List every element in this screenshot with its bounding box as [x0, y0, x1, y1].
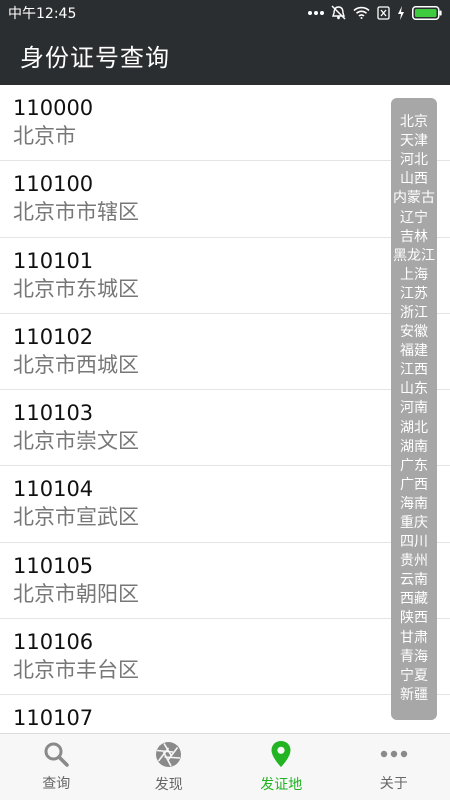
index-item-hunan[interactable]: 湖南 [400, 438, 428, 457]
list-item[interactable]: 110000 北京市 [0, 85, 450, 162]
region-code: 110101 [13, 248, 94, 273]
region-code-list[interactable]: 110000 北京市 110100 北京市市辖区 110101 北京市东城区 1… [0, 85, 450, 733]
region-name: 北京市市辖区 [13, 200, 139, 225]
index-item-jiangsu[interactable]: 江苏 [400, 285, 428, 304]
index-item-hainan[interactable]: 海南 [400, 495, 428, 514]
region-code: 110000 [13, 96, 94, 120]
region-code: 110107 [13, 706, 94, 731]
region-code: 110106 [13, 630, 94, 655]
region-name: 北京市东城区 [13, 276, 139, 301]
app-bar: 身份证号查询 [0, 25, 450, 85]
bottom-tab-bar: 查询 发现 发证地 关于 [0, 733, 450, 800]
tab-about[interactable]: 关于 [338, 734, 450, 800]
region-code: 110103 [13, 401, 94, 426]
list-item[interactable]: 110104 北京市宣武区 [0, 466, 450, 543]
tab-label: 发证地 [260, 777, 303, 793]
list-item[interactable]: 110102 北京市西城区 [0, 314, 450, 391]
status-time: 中午12:45 [8, 5, 77, 22]
index-item-hubei[interactable]: 湖北 [400, 419, 428, 438]
index-item-guangxi[interactable]: 广西 [400, 476, 428, 495]
charging-icon [397, 5, 405, 20]
tab-search[interactable]: 查询 [0, 734, 113, 800]
index-item-liaoning[interactable]: 辽宁 [400, 209, 428, 228]
index-item-shanghai[interactable]: 上海 [400, 266, 428, 285]
list-item[interactable]: 110103 北京市崇文区 [0, 390, 450, 467]
index-item-xizang[interactable]: 西藏 [400, 590, 428, 609]
index-item-shanxi[interactable]: 山西 [400, 170, 428, 189]
index-item-henan[interactable]: 河南 [400, 399, 428, 418]
list-item[interactable]: 110107 [0, 695, 450, 733]
index-item-yunnan[interactable]: 云南 [400, 571, 428, 590]
province-index-bar[interactable]: 北京 天津 河北 山西 内蒙古 辽宁 吉林 黑龙江 上海 江苏 浙江 安徽 福建… [391, 98, 437, 720]
tab-label: 查询 [42, 776, 71, 792]
index-item-heilongjiang[interactable]: 黑龙江 [393, 247, 435, 266]
index-item-hebei[interactable]: 河北 [400, 151, 428, 170]
region-name: 北京市西城区 [13, 352, 139, 377]
region-name: 北京市 [13, 124, 76, 148]
region-name: 北京市丰台区 [13, 658, 139, 683]
tab-discover[interactable]: 发现 [113, 734, 226, 800]
aperture-icon [155, 741, 182, 768]
index-item-anhui[interactable]: 安徽 [400, 323, 428, 342]
index-item-jiangxi[interactable]: 江西 [400, 361, 428, 380]
alarm-off-icon [331, 5, 346, 20]
index-item-guangdong[interactable]: 广东 [400, 457, 428, 476]
location-pin-icon [270, 740, 292, 768]
list-item[interactable]: 110101 北京市东城区 [0, 238, 450, 314]
tab-issuing-place[interactable]: 发证地 [225, 734, 338, 800]
region-name: 北京市崇文区 [13, 429, 139, 454]
list-item[interactable]: 110106 北京市丰台区 [0, 619, 450, 696]
index-item-shandong[interactable]: 山东 [400, 380, 428, 399]
region-code: 110102 [13, 324, 94, 349]
region-code: 110104 [13, 477, 94, 502]
index-item-qinghai[interactable]: 青海 [400, 648, 428, 667]
index-item-fujian[interactable]: 福建 [400, 342, 428, 361]
index-item-shaanxi[interactable]: 陕西 [400, 609, 428, 628]
index-item-sichuan[interactable]: 四川 [400, 533, 428, 552]
index-item-jilin[interactable]: 吉林 [400, 228, 428, 247]
index-item-beijing[interactable]: 北京 [400, 113, 428, 132]
index-item-gansu[interactable]: 甘肃 [400, 629, 428, 648]
list-item[interactable]: 110105 北京市朝阳区 [0, 543, 450, 620]
more-dots-icon [308, 10, 324, 16]
tab-label: 关于 [379, 776, 408, 792]
region-name: 北京市宣武区 [13, 505, 139, 530]
battery-icon [412, 5, 442, 20]
list-item[interactable]: 110100 北京市市辖区 [0, 161, 450, 238]
index-item-chongqing[interactable]: 重庆 [400, 514, 428, 533]
index-item-neimenggu[interactable]: 内蒙古 [393, 189, 435, 208]
page-title: 身份证号查询 [20, 43, 170, 72]
tab-label: 发现 [154, 776, 183, 793]
region-name: 北京市朝阳区 [13, 581, 139, 606]
index-item-guizhou[interactable]: 贵州 [400, 552, 428, 571]
search-icon [43, 741, 70, 767]
more-dots-icon [380, 741, 408, 767]
status-icons [308, 5, 442, 20]
status-bar: 中午12:45 [0, 0, 450, 25]
index-item-zhejiang[interactable]: 浙江 [400, 304, 428, 323]
wifi-icon [353, 6, 370, 19]
index-item-ningxia[interactable]: 宁夏 [400, 667, 428, 686]
index-item-tianjin[interactable]: 天津 [400, 132, 428, 151]
no-sim-icon [377, 5, 390, 20]
region-code: 110105 [13, 553, 94, 578]
region-code: 110100 [13, 172, 94, 197]
index-item-xinjiang[interactable]: 新疆 [400, 686, 428, 705]
